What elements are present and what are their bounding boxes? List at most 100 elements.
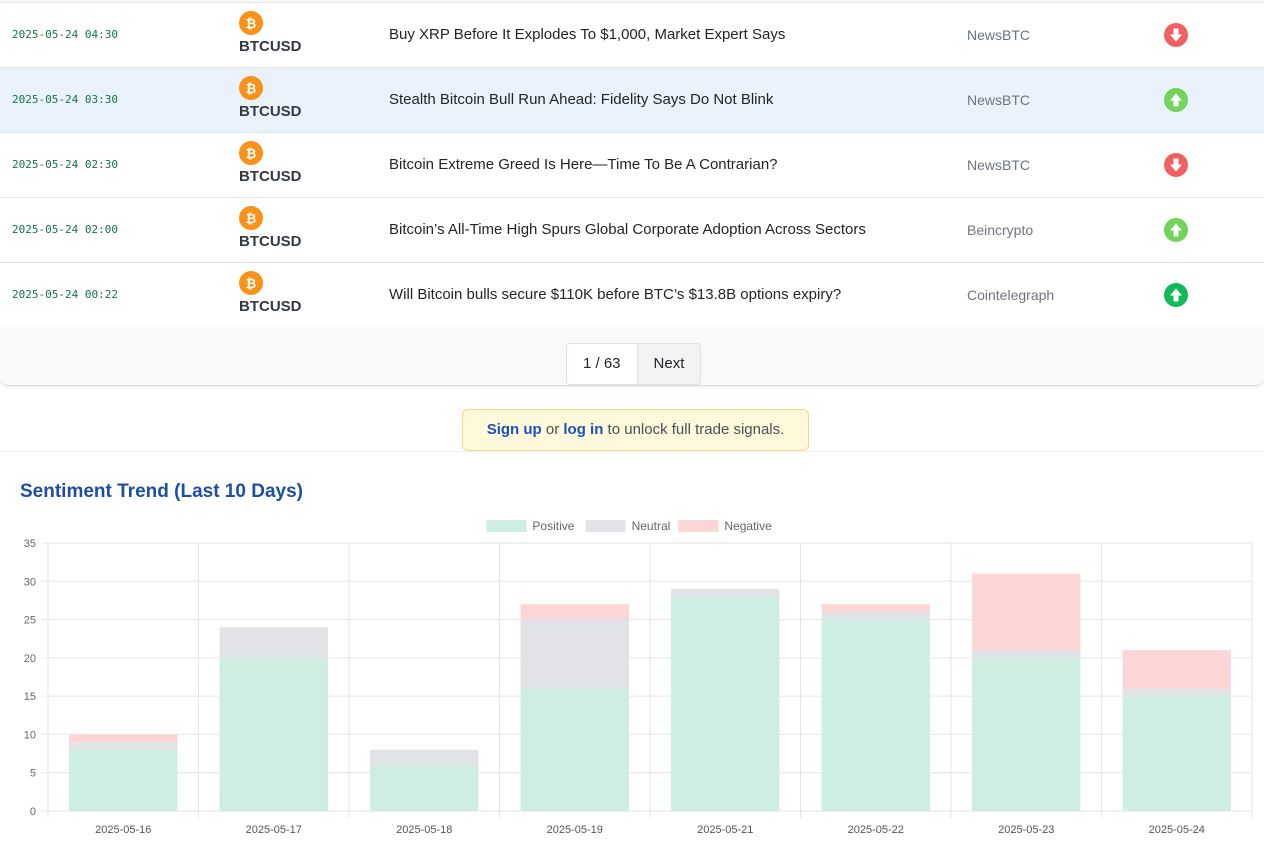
page-indicator: 1 / 63: [567, 344, 637, 384]
sign-up-link[interactable]: Sign up: [487, 421, 542, 438]
news-row[interactable]: 2025-05-24 02:30 ₿ BTCUSD Bitcoin Extrem…: [0, 133, 1264, 198]
y-tick-label: 30: [24, 576, 36, 588]
news-time: 2025-05-24 04:30: [12, 28, 118, 41]
svg-text:₿: ₿: [246, 82, 257, 96]
bar-negative: [520, 604, 629, 620]
asset-label: BTCUSD: [239, 38, 302, 55]
x-tick-label: 2025-05-17: [246, 824, 302, 836]
bitcoin-icon: ₿: [239, 76, 263, 100]
bar-positive: [1122, 696, 1231, 811]
x-tick-label: 2025-05-18: [396, 824, 452, 836]
asset-cell: ₿ BTCUSD: [239, 271, 329, 315]
signal-up-icon: [1164, 283, 1188, 307]
legend-swatch-neutral: [585, 520, 626, 532]
asset-cell: ₿ BTCUSD: [239, 206, 329, 250]
asset-cell: ₿ BTCUSD: [239, 141, 329, 185]
y-tick-label: 10: [24, 729, 36, 741]
bitcoin-icon: ₿: [239, 11, 263, 35]
bar-positive: [671, 596, 780, 811]
signup-notice: Sign up or log in to unlock full trade s…: [462, 409, 809, 451]
notice-or-text: or: [545, 421, 560, 438]
signal-down-icon: [1164, 153, 1188, 177]
news-time: 2025-05-24 03:30: [12, 93, 118, 106]
asset-cell: ₿ BTCUSD: [239, 11, 329, 55]
bar-positive: [520, 688, 629, 811]
bitcoin-icon: ₿: [239, 271, 263, 295]
news-source: NewsBTC: [967, 157, 1031, 173]
signal-up-icon: [1164, 218, 1188, 242]
x-tick-label: 2025-05-22: [848, 824, 904, 836]
x-tick-label: 2025-05-16: [95, 824, 151, 836]
y-tick-label: 25: [24, 615, 36, 627]
x-tick-label: 2025-05-19: [547, 824, 603, 836]
bar-positive: [219, 657, 328, 811]
svg-text:₿: ₿: [246, 277, 257, 291]
bar-neutral: [69, 742, 178, 750]
log-in-link[interactable]: log in: [563, 421, 603, 438]
y-tick-label: 15: [24, 691, 36, 703]
news-title-link[interactable]: Bitcoin’s All-Time High Spurs Global Cor…: [389, 198, 866, 262]
news-source: Beincrypto: [967, 222, 1034, 238]
asset-label: BTCUSD: [239, 168, 302, 185]
bar-negative: [821, 604, 930, 612]
notice-text: to unlock full trade signals.: [607, 421, 785, 438]
signal-up-icon: [1164, 88, 1188, 112]
news-source: NewsBTC: [967, 92, 1031, 108]
news-card: 2025-05-24 04:30 ₿ BTCUSD Buy XRP Before…: [0, 0, 1264, 386]
sentiment-chart-card: Sentiment Trend (Last 10 Days) 0 5 10 15 20 2…: [0, 451, 1264, 842]
asset-label: BTCUSD: [239, 298, 302, 315]
news-source: Cointelegraph: [967, 287, 1055, 303]
news-time: 2025-05-24 00:22: [12, 288, 118, 301]
bar-neutral: [671, 588, 780, 597]
news-title-link[interactable]: Stealth Bitcoin Bull Run Ahead: Fidelity…: [389, 68, 773, 132]
svg-text:₿: ₿: [246, 147, 257, 161]
bar-positive: [972, 657, 1081, 811]
bar-negative: [1122, 650, 1231, 689]
y-tick-label: 35: [24, 538, 36, 550]
bar-neutral: [1122, 688, 1231, 697]
legend-label-negative: Negative: [724, 519, 772, 533]
x-tick-label: 2025-05-21: [697, 824, 753, 836]
news-table: 2025-05-24 04:30 ₿ BTCUSD Buy XRP Before…: [0, 2, 1264, 327]
news-title-link[interactable]: Buy XRP Before It Explodes To $1,000, Ma…: [389, 3, 785, 67]
legend-label-positive: Positive: [532, 519, 574, 533]
sentiment-chart: 0 5 10 15 20 25 30 35 2025-05-16 2025-05-17 2025-0…: [24, 519, 1253, 836]
signal-down-icon: [1164, 23, 1188, 47]
pagination: 1 / 63 Next: [566, 343, 702, 385]
bar-neutral: [370, 749, 479, 766]
legend-swatch-positive: [486, 520, 527, 532]
y-tick-label: 20: [24, 653, 36, 665]
bar-neutral: [821, 611, 930, 620]
bar-positive: [821, 619, 930, 811]
news-row[interactable]: 2025-05-24 00:22 ₿ BTCUSD Will Bitcoin b…: [0, 263, 1264, 327]
news-time: 2025-05-24 02:00: [12, 223, 118, 236]
news-row[interactable]: 2025-05-24 04:30 ₿ BTCUSD Buy XRP Before…: [0, 3, 1264, 68]
bar-neutral: [219, 627, 328, 658]
asset-cell: ₿ BTCUSD: [239, 76, 329, 120]
news-title-link[interactable]: Bitcoin Extreme Greed Is Here—Time To Be…: [389, 133, 778, 197]
legend-swatch-negative: [678, 520, 719, 532]
bar-negative: [972, 573, 1081, 651]
bitcoin-icon: ₿: [239, 206, 263, 230]
x-tick-label: 2025-05-23: [998, 824, 1054, 836]
news-title-link[interactable]: Will Bitcoin bulls secure $110K before B…: [389, 263, 841, 327]
y-tick-label: 0: [30, 806, 36, 818]
asset-label: BTCUSD: [239, 103, 302, 120]
svg-text:₿: ₿: [246, 17, 257, 31]
next-page-button[interactable]: Next: [636, 344, 701, 384]
news-time: 2025-05-24 02:30: [12, 158, 118, 171]
bar-neutral: [972, 650, 1081, 658]
bitcoin-icon: ₿: [239, 141, 263, 165]
bar-positive: [69, 749, 178, 811]
legend-label-neutral: Neutral: [632, 519, 671, 533]
bar-negative: [69, 734, 178, 743]
news-row[interactable]: 2025-05-24 02:00 ₿ BTCUSD Bitcoin’s All-…: [0, 198, 1264, 263]
x-tick-label: 2025-05-24: [1149, 824, 1205, 836]
bar-positive: [370, 765, 479, 811]
svg-text:₿: ₿: [246, 212, 257, 226]
y-tick-label: 5: [30, 768, 36, 780]
news-row[interactable]: 2025-05-24 03:30 ₿ BTCUSD Stealth Bitcoi…: [0, 68, 1264, 133]
news-source: NewsBTC: [967, 27, 1031, 43]
bar-neutral: [520, 619, 629, 689]
asset-label: BTCUSD: [239, 233, 302, 250]
